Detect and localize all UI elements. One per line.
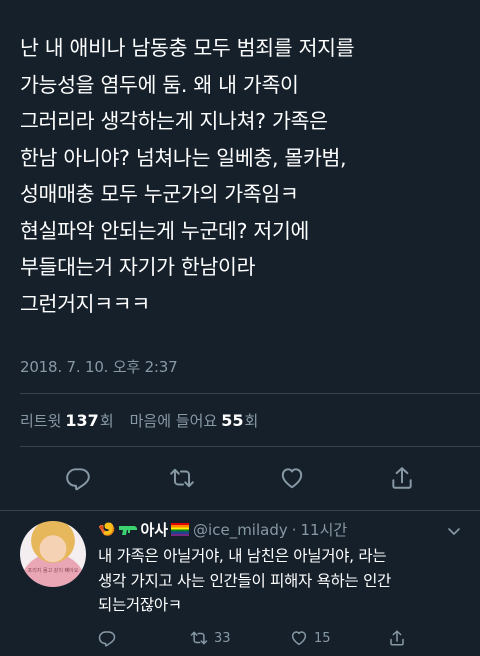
retweets-count[interactable]: 137 (65, 411, 98, 430)
tweet-line: 한남 아니야? 넘쳐나는 일베충, 몰카범, (20, 145, 347, 170)
reply-line: 되는거잖아ㅋ (98, 596, 182, 614)
divider (20, 393, 480, 394)
tweet-action-bar (20, 460, 460, 500)
tweet-line: 성매매충 모두 누군가의 가족임ㅋ (20, 182, 299, 206)
reply-icon (98, 631, 116, 647)
reply-like-count: 15 (314, 630, 331, 646)
engagement-stats: 리트윗 137 회 마음에 들어요 55 회 (20, 410, 258, 431)
reply-button[interactable] (60, 460, 96, 496)
reply-time[interactable]: 11시간 (301, 519, 348, 540)
reply-line: 생각 가지고 사는 인간들이 피해자 욕하는 인간 (98, 571, 392, 590)
reply-handle[interactable]: @ice_milady (193, 521, 288, 539)
retweet-icon (170, 468, 194, 488)
share-button[interactable] (384, 460, 420, 496)
reply-tweet[interactable]: 프리지 몸고 같이 빼아요 🍤 아사 @ice_milady · 11시간 내 … (0, 511, 480, 656)
likes-count[interactable]: 55 (221, 411, 243, 430)
share-icon (392, 467, 412, 489)
retweets-label[interactable]: 리트윗 (20, 410, 61, 431)
like-icon (291, 631, 307, 646)
reply-like-button[interactable]: 15 (290, 629, 331, 647)
likes-label[interactable]: 마음에 들어요 (130, 410, 218, 431)
reply-header: 🍤 아사 @ice_milady · 11시간 (98, 519, 347, 540)
avatar[interactable]: 프리지 몸고 같이 빼아요 (20, 521, 86, 587)
divider (20, 446, 480, 447)
rainbow-flag-icon (171, 523, 190, 536)
retweet-icon (190, 631, 208, 645)
reply-reply-button[interactable] (98, 629, 122, 647)
tweet-text: 난 내 애비나 남동충 모두 범죄를 저지를 가능성을 염두에 둠. 왜 내 가… (20, 30, 465, 322)
chevron-down-icon[interactable] (446, 523, 462, 539)
tweet-line: 그런거지ㅋㅋㅋ (20, 291, 150, 316)
tweet-line: 부들대는거 자기가 한남이라 (20, 255, 256, 279)
reply-retweet-button[interactable]: 33 (190, 629, 231, 647)
shrimp-emoji-icon: 🍤 (98, 521, 116, 538)
separator: · (291, 520, 297, 539)
reply-action-bar: 33 15 (98, 629, 460, 651)
retweets-suffix: 회 (99, 412, 114, 430)
share-icon (390, 630, 404, 646)
retweet-button[interactable] (164, 460, 200, 496)
tweet-line: 난 내 애비나 남동충 모두 범죄를 저지를 (20, 36, 355, 60)
reply-icon (66, 468, 90, 491)
reply-line: 내 가족은 아닐거야, 내 남친은 아닐거야, 라는 (98, 547, 387, 565)
reply-display-name[interactable]: 아사 (140, 519, 168, 540)
tweet-timestamp[interactable]: 2018. 7. 10. 오후 2:37 (20, 356, 178, 377)
reply-text: 내 가족은 아닐거야, 내 남친은 아닐거야, 라는 생각 가지고 사는 인간들… (98, 544, 468, 618)
like-icon (281, 468, 303, 489)
water-gun-icon (119, 525, 138, 535)
tweet-line: 그러리라 생각하는게 지나쳐? 가족은 (20, 109, 328, 133)
likes-suffix: 회 (244, 412, 259, 430)
reply-retweet-count: 33 (214, 630, 231, 646)
reply-share-button[interactable] (388, 629, 412, 647)
tweet-line: 가능성을 염두에 둠. 왜 내 가족이 (20, 72, 299, 97)
avatar-caption: 프리지 몸고 같이 빼아요 (27, 568, 79, 574)
like-button[interactable] (274, 460, 310, 496)
tweet-line: 현실파악 안되는게 누군데? 저기에 (20, 218, 310, 243)
